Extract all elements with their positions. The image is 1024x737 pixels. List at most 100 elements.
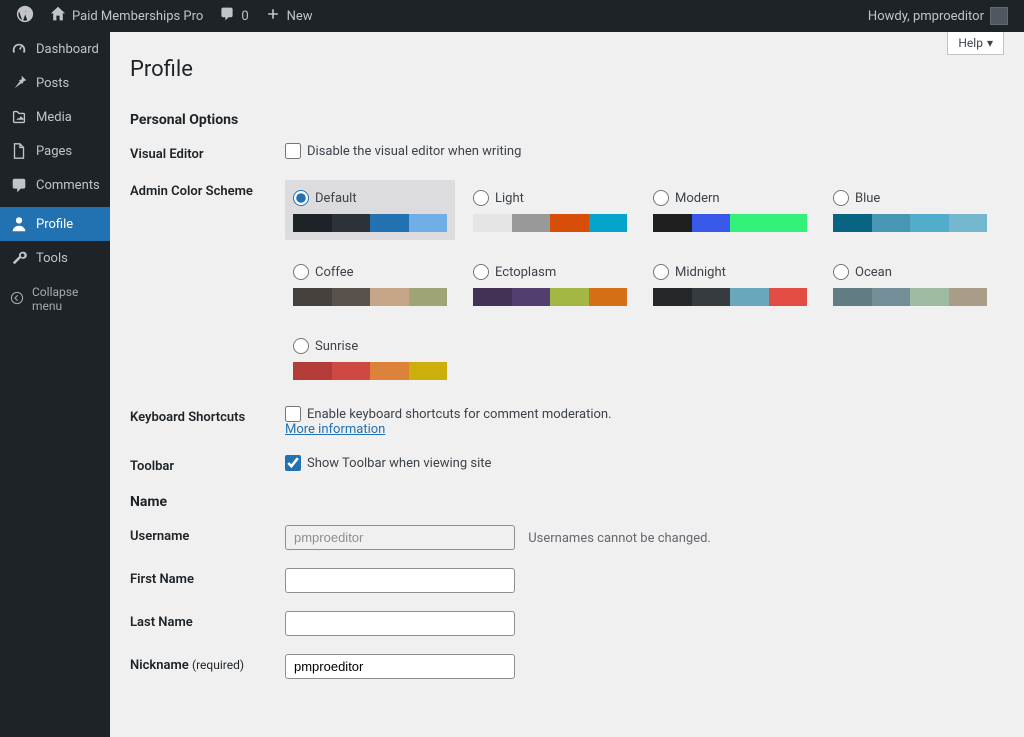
comments-link[interactable]: 0	[211, 0, 256, 32]
first-name-label: First Name	[130, 568, 285, 587]
color-scheme-radio-ocean[interactable]	[833, 264, 849, 280]
color-scheme-label: Midnight	[675, 265, 726, 280]
color-scheme-label: Sunrise	[315, 339, 358, 354]
color-scheme-radio-midnight[interactable]	[653, 264, 669, 280]
comment-icon	[219, 6, 235, 26]
wrench-icon	[10, 249, 28, 267]
name-heading: Name	[130, 494, 1004, 510]
chevron-down-icon: ▾	[987, 36, 993, 50]
color-swatches	[653, 288, 807, 306]
site-name: Paid Memberships Pro	[72, 9, 203, 24]
color-scheme-blue[interactable]: Blue	[825, 180, 995, 240]
color-scheme-radio-default[interactable]	[293, 190, 309, 206]
sidebar-item-label: Posts	[36, 76, 69, 91]
color-swatches	[293, 288, 447, 306]
wordpress-icon	[16, 5, 34, 27]
color-scheme-light[interactable]: Light	[465, 180, 635, 240]
pin-icon	[10, 74, 28, 92]
visual-editor-label: Visual Editor	[130, 143, 285, 162]
keyboard-checkbox-label[interactable]: Enable keyboard shortcuts for comment mo…	[285, 406, 1004, 422]
color-scheme-label: Admin Color Scheme	[130, 180, 285, 199]
sidebar-item-label: Dashboard	[36, 42, 99, 57]
color-swatches	[653, 214, 807, 232]
collapse-menu-button[interactable]: Collapse menu	[0, 275, 110, 323]
color-scheme-label: Ectoplasm	[495, 265, 556, 280]
visual-editor-checkbox-label[interactable]: Disable the visual editor when writing	[285, 143, 1004, 159]
color-scheme-radio-modern[interactable]	[653, 190, 669, 206]
page-title: Profile	[130, 42, 1004, 92]
keyboard-checkbox[interactable]	[285, 406, 301, 422]
help-tab[interactable]: Help ▾	[947, 32, 1004, 55]
color-swatches	[473, 288, 627, 306]
collapse-menu-label: Collapse menu	[32, 285, 100, 313]
sidebar-item-label: Profile	[36, 217, 73, 232]
username-note: Usernames cannot be changed.	[528, 531, 711, 546]
color-scheme-modern[interactable]: Modern	[645, 180, 815, 240]
visual-editor-checkbox[interactable]	[285, 143, 301, 159]
last-name-label: Last Name	[130, 611, 285, 630]
color-scheme-radio-ectoplasm[interactable]	[473, 264, 489, 280]
color-swatches	[293, 214, 447, 232]
keyboard-more-link[interactable]: More information	[285, 422, 385, 437]
comment-count: 0	[241, 9, 248, 24]
plus-icon	[265, 6, 281, 26]
page-icon	[10, 142, 28, 160]
wp-logo[interactable]	[8, 0, 42, 32]
admin-bar: Paid Memberships Pro 0 New Howdy, pmproe…	[0, 0, 1024, 32]
sidebar-item-label: Pages	[36, 144, 72, 159]
sidebar-item-posts[interactable]: Posts	[0, 66, 110, 100]
username-field	[285, 525, 515, 550]
color-scheme-ocean[interactable]: Ocean	[825, 254, 995, 314]
sidebar-item-pages[interactable]: Pages	[0, 134, 110, 168]
color-scheme-label: Modern	[675, 191, 720, 206]
avatar	[990, 7, 1008, 25]
toolbar-checkbox[interactable]	[285, 455, 301, 471]
color-scheme-radio-blue[interactable]	[833, 190, 849, 206]
sidebar-item-dashboard[interactable]: Dashboard	[0, 32, 110, 66]
color-scheme-label: Light	[495, 191, 524, 206]
sidebar-item-label: Media	[36, 110, 72, 125]
color-scheme-coffee[interactable]: Coffee	[285, 254, 455, 314]
howdy-text: Howdy, pmproeditor	[868, 9, 984, 24]
media-icon	[10, 108, 28, 126]
color-swatches	[293, 362, 447, 380]
personal-options-heading: Personal Options	[130, 112, 1004, 128]
color-swatches	[473, 214, 627, 232]
dashboard-icon	[10, 40, 28, 58]
home-icon	[50, 6, 66, 26]
sidebar-item-tools[interactable]: Tools	[0, 241, 110, 275]
main-content: Help ▾ Profile Personal Options Visual E…	[110, 32, 1024, 737]
toolbar-checkbox-label[interactable]: Show Toolbar when viewing site	[285, 455, 1004, 471]
my-account-link[interactable]: Howdy, pmproeditor	[860, 0, 1016, 32]
sidebar-item-comments[interactable]: Comments	[0, 168, 110, 202]
color-scheme-label: Ocean	[855, 265, 892, 280]
keyboard-label: Keyboard Shortcuts	[130, 406, 285, 425]
color-scheme-radio-sunrise[interactable]	[293, 338, 309, 354]
comment-icon	[10, 176, 28, 194]
color-scheme-default[interactable]: Default	[285, 180, 455, 240]
color-scheme-label: Blue	[855, 191, 880, 206]
username-label: Username	[130, 525, 285, 544]
new-content-link[interactable]: New	[257, 0, 321, 32]
sidebar-item-label: Tools	[36, 251, 68, 266]
first-name-field[interactable]	[285, 568, 515, 593]
color-scheme-radio-light[interactable]	[473, 190, 489, 206]
site-name-link[interactable]: Paid Memberships Pro	[42, 0, 211, 32]
sidebar-item-media[interactable]: Media	[0, 100, 110, 134]
color-scheme-ectoplasm[interactable]: Ectoplasm	[465, 254, 635, 314]
admin-sidebar: Dashboard Posts Media Pages Comments Profile T…	[0, 32, 110, 737]
color-scheme-midnight[interactable]: Midnight	[645, 254, 815, 314]
color-scheme-label: Coffee	[315, 265, 354, 280]
color-scheme-sunrise[interactable]: Sunrise	[285, 328, 455, 388]
sidebar-item-profile[interactable]: Profile	[0, 207, 110, 241]
sidebar-item-label: Comments	[36, 178, 100, 193]
user-icon	[10, 215, 28, 233]
nickname-field[interactable]	[285, 654, 515, 679]
last-name-field[interactable]	[285, 611, 515, 636]
color-scheme-radio-coffee[interactable]	[293, 264, 309, 280]
color-swatches	[833, 288, 987, 306]
nickname-label: Nickname (required)	[130, 654, 285, 673]
new-label: New	[287, 9, 313, 24]
toolbar-label: Toolbar	[130, 455, 285, 474]
collapse-icon	[10, 291, 24, 308]
